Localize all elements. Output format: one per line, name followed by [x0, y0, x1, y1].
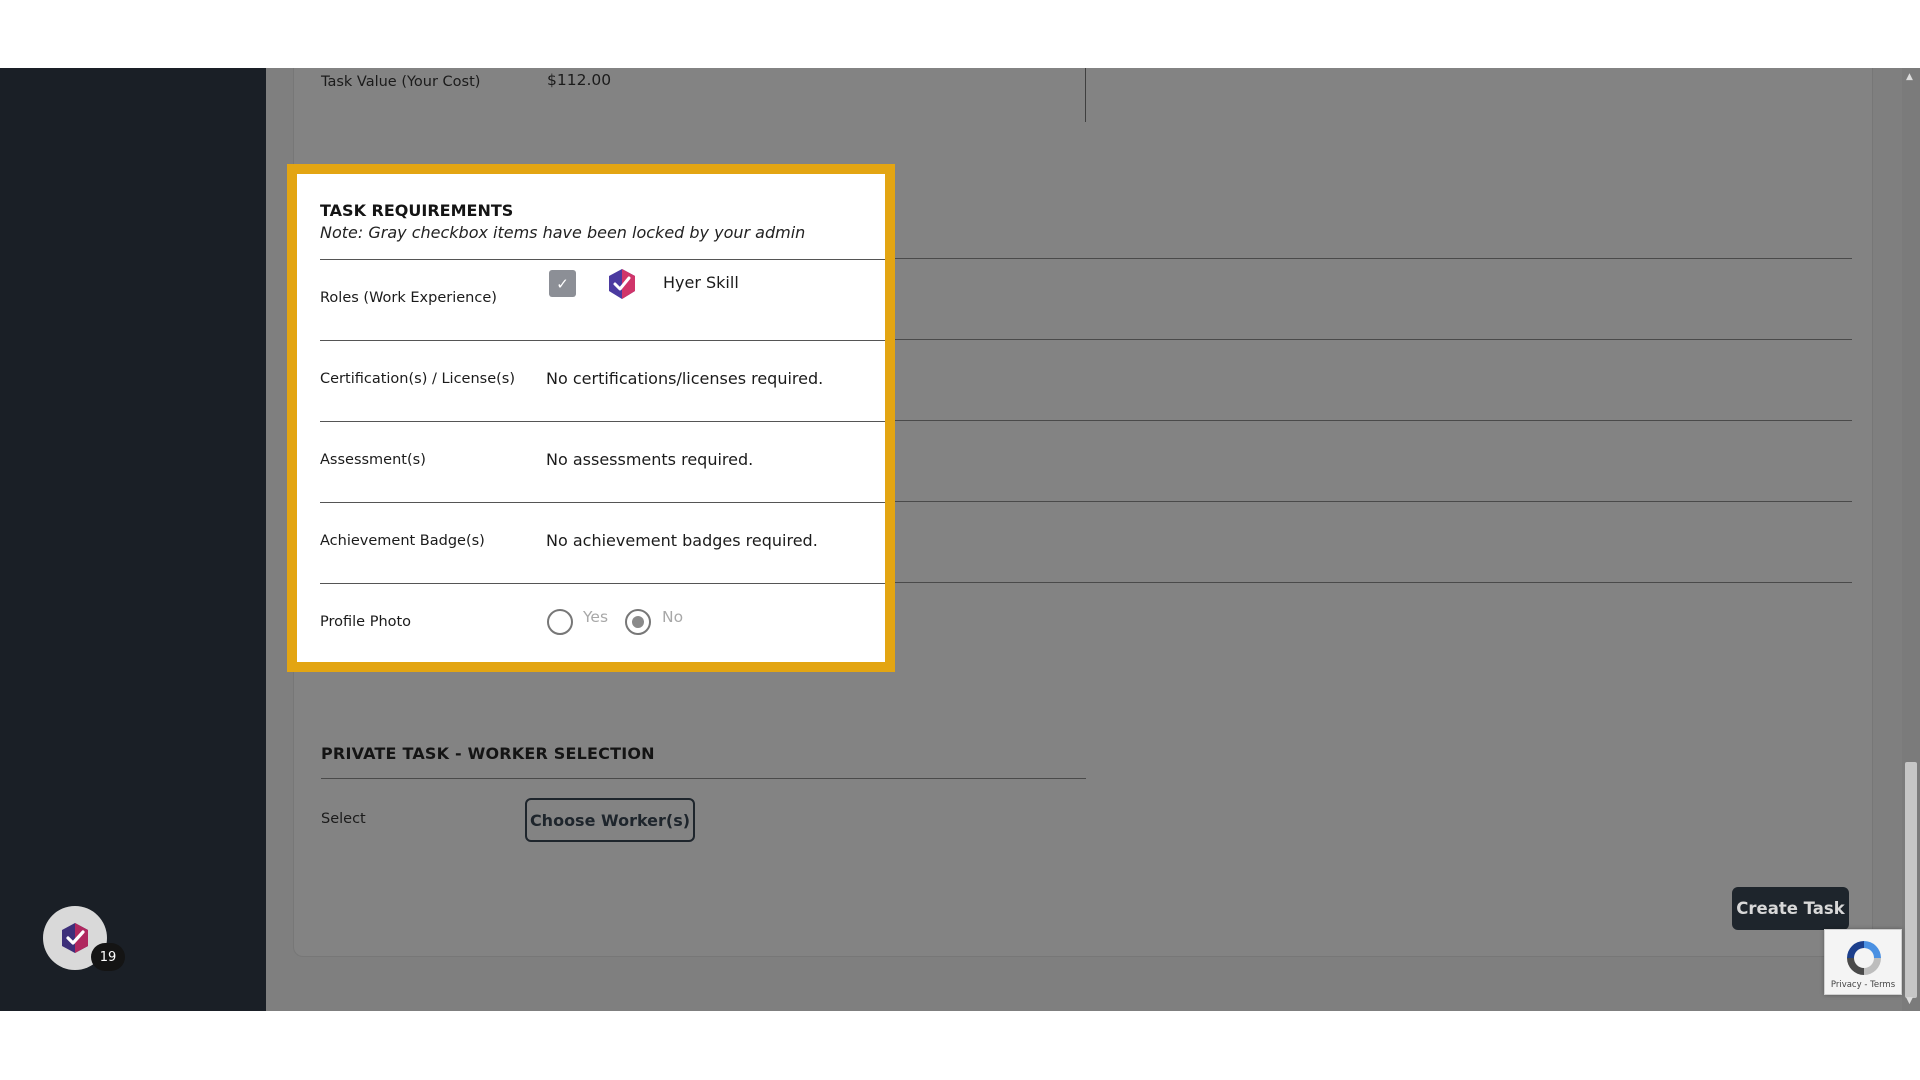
certifications-label: Certification(s) / License(s) — [320, 371, 515, 387]
section-divider — [321, 778, 1086, 779]
certifications-value: No certifications/licenses required. — [546, 369, 824, 388]
profile-photo-no-label[interactable]: No — [662, 608, 683, 626]
profile-photo-label: Profile Photo — [320, 614, 412, 630]
task-value-label: Task Value (Your Cost) — [321, 74, 481, 90]
profile-photo-yes-label[interactable]: Yes — [583, 608, 608, 626]
scroll-up-arrow-icon[interactable]: ▲ — [1906, 72, 1913, 82]
create-task-button[interactable]: Create Task — [1732, 887, 1849, 930]
task-requirements-title: TASK REQUIREMENTS — [320, 201, 514, 220]
recaptcha-widget[interactable]: Privacy - Terms — [1824, 929, 1902, 995]
column-divider — [1085, 68, 1086, 122]
notification-count-badge: 19 — [91, 943, 125, 971]
task-requirements-panel: TASK REQUIREMENTS Note: Gray checkbox it… — [297, 174, 885, 662]
assessments-value: No assessments required. — [546, 450, 754, 469]
role-name: Hyer Skill — [663, 273, 739, 292]
row-divider — [320, 502, 885, 503]
requirements-note: Note: Gray checkbox items have been lock… — [320, 223, 806, 242]
recaptcha-privacy-terms[interactable]: Privacy - Terms — [1825, 980, 1901, 990]
badges-label: Achievement Badge(s) — [320, 533, 485, 549]
choose-workers-button[interactable]: Choose Worker(s) — [525, 798, 695, 842]
worker-selection-title: PRIVATE TASK - WORKER SELECTION — [321, 744, 655, 763]
badges-value: No achievement badges required. — [546, 531, 818, 550]
roles-label: Roles (Work Experience) — [320, 290, 497, 306]
profile-photo-no-radio[interactable] — [625, 609, 651, 635]
hyer-logo-icon — [62, 923, 88, 953]
task-requirements-highlight: TASK REQUIREMENTS Note: Gray checkbox it… — [287, 164, 895, 672]
row-divider — [320, 340, 885, 341]
page-scrollbar[interactable]: ▲ ▼ — [1902, 68, 1920, 1011]
hyer-shield-check-icon — [609, 269, 635, 299]
sidebar — [0, 68, 266, 1011]
row-divider — [320, 421, 885, 422]
row-divider — [320, 583, 885, 584]
checkmark-icon: ✓ — [556, 274, 569, 293]
scroll-down-arrow-icon[interactable]: ▼ — [1906, 996, 1913, 1006]
row-divider — [320, 259, 885, 260]
scrollbar-thumb[interactable] — [1905, 762, 1917, 998]
role-checkbox-locked: ✓ — [549, 270, 576, 297]
select-label: Select — [321, 811, 366, 827]
recaptcha-icon — [1847, 941, 1881, 975]
task-value-amount: $112.00 — [547, 71, 612, 89]
profile-photo-yes-radio[interactable] — [547, 609, 573, 635]
assessments-label: Assessment(s) — [320, 452, 426, 468]
